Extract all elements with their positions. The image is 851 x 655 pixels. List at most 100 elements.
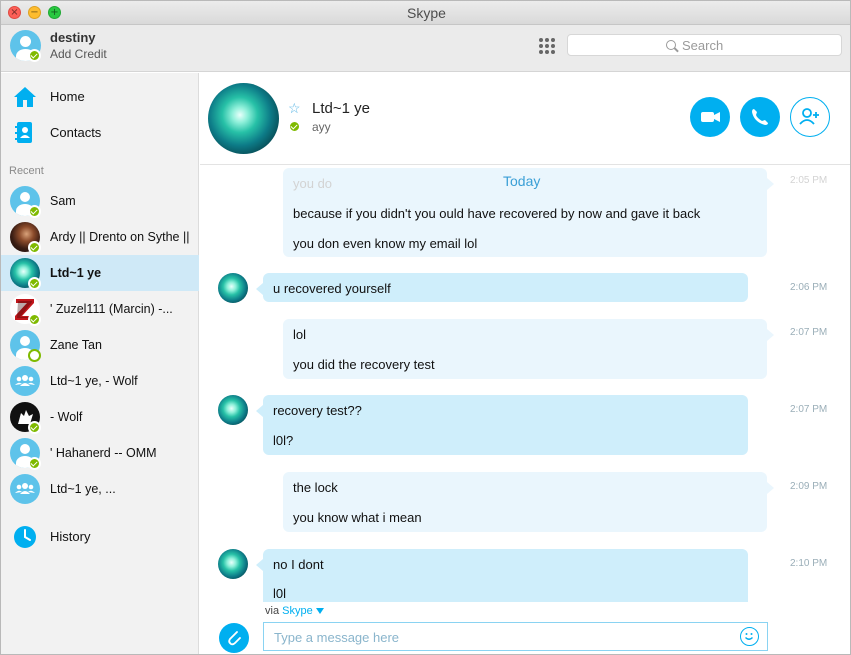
- attach-button[interactable]: [219, 623, 249, 653]
- audio-call-button[interactable]: [740, 97, 780, 137]
- composer: via Skype Type a message here: [200, 602, 850, 654]
- contact-name: Ltd~1 ye: [50, 266, 102, 280]
- via-prefix: via: [265, 605, 280, 617]
- contact-name: Ardy || Drento on Sythe ||: [50, 230, 190, 244]
- status-online-icon: [28, 241, 41, 254]
- message-line: you don even know my email lol: [293, 236, 478, 251]
- home-icon: [14, 87, 36, 107]
- my-status-online-icon: [28, 49, 41, 62]
- skype-window: × − + Skype destiny Add Credit Search Ho…: [0, 0, 851, 655]
- contact-item-selected[interactable]: Ltd~1 ye: [1, 255, 199, 291]
- sender-avatar: [218, 273, 248, 303]
- mood-message: ayy: [312, 120, 331, 134]
- emoticon-button[interactable]: [740, 627, 759, 646]
- dialpad-icon[interactable]: [539, 38, 555, 54]
- message-line: u recovered yourself: [273, 281, 391, 296]
- message-timestamp: 2:06 PM: [790, 282, 828, 293]
- outgoing-message: the lock you know what i mean: [283, 472, 774, 532]
- chevron-down-icon: [315, 608, 324, 615]
- message-timestamp: 2:09 PM: [790, 481, 828, 492]
- message-line: you do: [293, 176, 333, 191]
- add-contact-icon: [799, 108, 819, 125]
- sender-avatar: [218, 395, 248, 425]
- favorite-star-icon[interactable]: ☆: [288, 100, 301, 117]
- contact-item[interactable]: Ltd~1 ye, - Wolf: [1, 363, 199, 399]
- contact-name: Ltd~1 ye, - Wolf: [50, 374, 138, 388]
- date-separator: Today: [503, 173, 541, 189]
- conversation-header: ☆ Ltd~1 ye ayy: [200, 73, 850, 165]
- phone-icon: [752, 109, 768, 125]
- contact-name: Ltd~1 ye, ...: [50, 482, 116, 496]
- contact-name: Sam: [50, 194, 76, 208]
- message-input-placeholder: Type a message here: [274, 630, 400, 645]
- nav-history-label: History: [50, 529, 91, 544]
- title-bar: × − + Skype: [1, 1, 850, 25]
- contact-item[interactable]: ' Hahanerd -- OMM: [1, 435, 199, 471]
- message-line: l0l: [273, 586, 287, 601]
- status-online-icon: [28, 457, 41, 470]
- group-avatar: [10, 366, 40, 396]
- group-icon: [15, 483, 35, 494]
- nav-history[interactable]: History: [1, 519, 199, 555]
- message-timestamp: 2:05 PM: [790, 175, 828, 186]
- person-icon: [20, 36, 31, 47]
- contact-item[interactable]: Zane Tan: [1, 327, 199, 363]
- contact-item[interactable]: Ltd~1 ye, ...: [1, 471, 199, 507]
- status-online-icon: [28, 421, 41, 434]
- conversation-avatar[interactable]: [208, 83, 279, 154]
- outgoing-message: lol you did the recovery test: [283, 319, 774, 379]
- nav-contacts-label: Contacts: [50, 125, 102, 140]
- search-input[interactable]: Search: [567, 34, 842, 56]
- group-icon: [15, 375, 35, 386]
- message-line: the lock: [293, 480, 338, 495]
- incoming-message: no I dont l0l: [256, 549, 748, 602]
- message-line: no I dont: [273, 557, 324, 572]
- message-line: you did the recovery test: [293, 357, 435, 372]
- person-icon: [20, 444, 30, 454]
- profile-name[interactable]: destiny: [50, 30, 96, 45]
- contact-name: ' Hahanerd -- OMM: [50, 446, 157, 460]
- nav-contacts[interactable]: Contacts: [1, 115, 199, 151]
- contact-item[interactable]: Sam: [1, 183, 199, 219]
- paperclip-icon: [228, 631, 241, 646]
- group-avatar: [10, 474, 40, 504]
- smiley-icon: [745, 633, 753, 640]
- contact-item[interactable]: Ardy || Drento on Sythe ||: [1, 219, 199, 255]
- message-list[interactable]: you do because if you didn't you ould ha…: [200, 166, 850, 602]
- clock-icon: [14, 526, 36, 548]
- message-line: you know what i mean: [293, 510, 422, 525]
- nav-home-label: Home: [50, 89, 85, 104]
- contact-item[interactable]: ' Zuzel111 (Marcin) -...: [1, 291, 199, 327]
- profile-bar: destiny Add Credit Search: [1, 25, 850, 72]
- message-line: recovery test??: [273, 403, 362, 418]
- add-people-button[interactable]: [790, 97, 830, 137]
- via-service-name: Skype: [282, 605, 313, 617]
- status-online-icon: [288, 120, 301, 133]
- message-timestamp: 2:10 PM: [790, 558, 828, 569]
- contact-name: Zane Tan: [50, 338, 102, 352]
- status-online-icon: [28, 277, 41, 290]
- message-timestamp: 2:07 PM: [790, 404, 828, 415]
- person-icon: [20, 192, 30, 202]
- add-credit-link[interactable]: Add Credit: [50, 47, 107, 61]
- status-online-icon: [28, 205, 41, 218]
- contact-item[interactable]: - Wolf: [1, 399, 199, 435]
- sidebar: Home Contacts Recent Sam Ardy || Drento …: [1, 73, 199, 654]
- via-service-selector[interactable]: via Skype: [265, 605, 324, 617]
- contacts-book-icon: [15, 122, 32, 143]
- status-online-icon: [28, 313, 41, 326]
- status-offline-icon: [28, 349, 41, 362]
- window-title: Skype: [407, 5, 446, 21]
- nav-home[interactable]: Home: [1, 79, 199, 115]
- conversation-title[interactable]: Ltd~1 ye: [312, 100, 370, 117]
- message-timestamp: 2:07 PM: [790, 327, 828, 338]
- message-line: l0l?: [273, 433, 294, 448]
- message-line: because if you didn't you ould have reco…: [293, 206, 701, 221]
- message-input[interactable]: Type a message here: [263, 622, 768, 651]
- contact-name: - Wolf: [50, 410, 83, 424]
- video-camera-icon: [701, 112, 720, 122]
- video-call-button[interactable]: [690, 97, 730, 137]
- recent-section-label: Recent: [9, 165, 44, 177]
- message-line: lol: [293, 327, 307, 342]
- sender-avatar: [218, 549, 248, 579]
